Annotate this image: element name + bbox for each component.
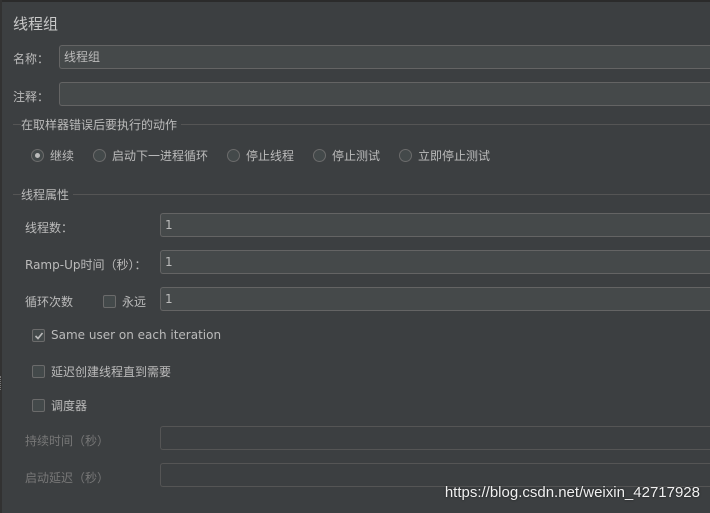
checkbox-checked-icon [32, 328, 45, 342]
thread-count-input[interactable]: 1 [160, 213, 710, 237]
radio-stop-thread[interactable]: 停止线程 [227, 147, 294, 164]
top-border [0, 0, 710, 2]
loop-count-input[interactable]: 1 [160, 287, 710, 311]
delay-thread-creation-label: 延迟创建线程直到需要 [51, 365, 172, 379]
loop-count-label: 循环次数 [25, 295, 74, 309]
radio-checked-icon [31, 149, 44, 162]
ramp-up-label: Ramp-Up时间（秒）： [25, 258, 147, 272]
comment-label: 注释： [13, 90, 50, 104]
startup-delay-label: 启动延迟（秒） [25, 471, 110, 485]
radio-unchecked-icon [227, 149, 240, 162]
checkbox-unchecked-icon [32, 399, 45, 412]
radio-continue[interactable]: 继续 [31, 147, 74, 164]
radio-stop-test-now[interactable]: 立即停止测试 [399, 147, 490, 164]
checkbox-unchecked-icon [103, 295, 116, 308]
sampler-error-section-title: 在取样器错误后要执行的动作 [21, 116, 182, 133]
radio-stop-test-now-label: 立即停止测试 [418, 149, 491, 163]
checkbox-unchecked-icon [32, 365, 45, 378]
thread-group-panel: 线程组 名称： 线程组 注释： 在取样器错误后要执行的动作 继续 启动下一进程循… [0, 0, 710, 513]
watermark: https://blog.csdn.net/weixin_42717928 [444, 484, 700, 501]
radio-unchecked-icon [93, 149, 106, 162]
thread-properties-section-border [13, 194, 710, 195]
splitter-grip-icon[interactable] [0, 376, 3, 390]
radio-stop-test[interactable]: 停止测试 [313, 147, 380, 164]
loop-forever-checkbox[interactable]: 永远 [103, 293, 146, 310]
radio-start-next-loop[interactable]: 启动下一进程循环 [93, 147, 208, 164]
left-splitter[interactable] [0, 0, 2, 513]
duration-label: 持续时间（秒） [25, 434, 110, 448]
delay-thread-creation-checkbox[interactable]: 延迟创建线程直到需要 [32, 363, 171, 380]
scheduler-label: 调度器 [51, 399, 88, 413]
ramp-up-input[interactable]: 1 [160, 250, 710, 274]
duration-input[interactable] [160, 426, 710, 450]
scheduler-checkbox[interactable]: 调度器 [32, 397, 87, 414]
same-user-checkbox[interactable]: Same user on each iteration [32, 328, 221, 342]
name-input[interactable]: 线程组 [59, 45, 710, 69]
radio-continue-label: 继续 [50, 149, 75, 163]
radio-unchecked-icon [313, 149, 326, 162]
thread-properties-section-title: 线程属性 [21, 186, 74, 203]
radio-stop-test-label: 停止测试 [332, 149, 381, 163]
name-label: 名称： [13, 52, 50, 66]
same-user-label: Same user on each iteration [51, 328, 222, 342]
page-title: 线程组 [13, 15, 59, 33]
radio-start-next-loop-label: 启动下一进程循环 [112, 149, 209, 163]
comment-input[interactable] [59, 82, 710, 106]
radio-unchecked-icon [399, 149, 412, 162]
thread-count-label: 线程数： [25, 221, 74, 235]
radio-stop-thread-label: 停止线程 [246, 149, 295, 163]
loop-forever-label: 永远 [122, 295, 147, 309]
